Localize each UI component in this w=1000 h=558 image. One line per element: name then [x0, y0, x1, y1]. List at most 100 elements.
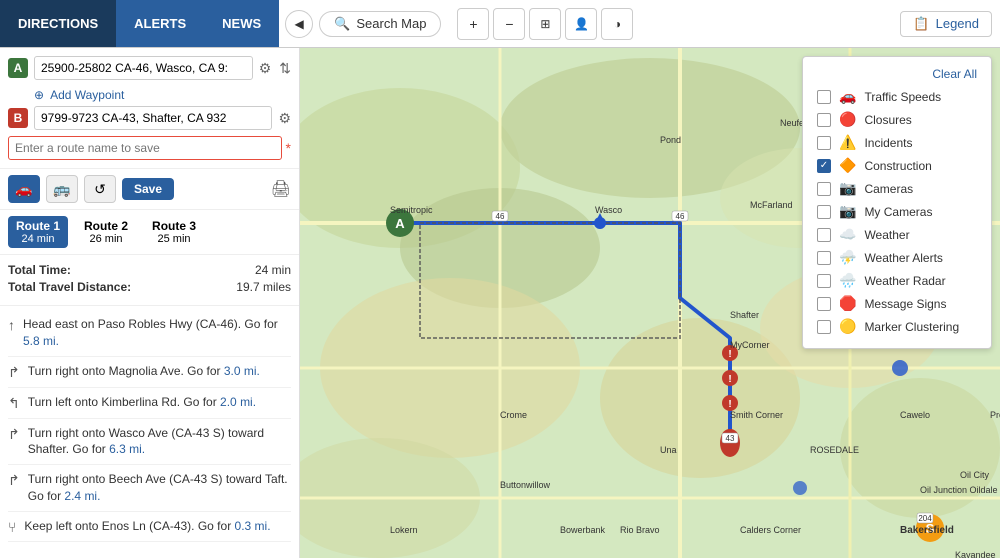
svg-text:Smith Corner: Smith Corner	[730, 410, 783, 420]
legend-checkbox-cameras[interactable]	[817, 182, 831, 196]
svg-text:Prospero: Prospero	[990, 410, 1000, 420]
route-tab-1[interactable]: Route 1 24 min	[8, 216, 68, 248]
destination-row: B ⚙	[8, 106, 291, 130]
bus-icon: 🚌	[53, 181, 70, 198]
legend-item-weather-radar[interactable]: 🌧️Weather Radar	[817, 269, 977, 292]
legend-checkbox-message-signs[interactable]	[817, 297, 831, 311]
legend-checkbox-my-cameras[interactable]	[817, 205, 831, 219]
step-3-link[interactable]: 2.0 mi.	[220, 395, 256, 409]
legend-label-weather-alerts: Weather Alerts	[864, 251, 942, 265]
clear-all-link[interactable]: Clear All	[932, 67, 977, 81]
legend-item-my-cameras[interactable]: 📷My Cameras	[817, 200, 977, 223]
step-5-link[interactable]: 2.4 mi.	[64, 489, 100, 503]
origin-label: A	[8, 58, 28, 78]
legend-checkbox-traffic-speeds[interactable]	[817, 90, 831, 104]
legend-checkbox-weather-radar[interactable]	[817, 274, 831, 288]
svg-text:46: 46	[676, 212, 685, 221]
required-indicator: *	[286, 140, 291, 156]
legend-item-marker-clustering[interactable]: 🟡Marker Clustering	[817, 315, 977, 338]
svg-text:43: 43	[726, 434, 735, 443]
origin-input[interactable]	[34, 56, 253, 80]
svg-text:Una: Una	[660, 445, 677, 455]
route-tab-3[interactable]: Route 3 25 min	[144, 216, 204, 248]
svg-text:Shafter: Shafter	[730, 310, 759, 320]
svg-text:Oil Junction Oildale: Oil Junction Oildale	[920, 485, 998, 495]
legend-button[interactable]: 📋 Legend	[900, 11, 992, 37]
recalculate-button[interactable]: ↺	[84, 175, 116, 203]
search-map-button[interactable]: 🔍 Search Map	[319, 11, 441, 37]
legend-checkbox-closures[interactable]	[817, 113, 831, 127]
legend-item-construction[interactable]: 🔶Construction	[817, 154, 977, 177]
print-button[interactable]: 🖨	[271, 179, 291, 199]
origin-settings-icon[interactable]: ⚙	[259, 60, 272, 77]
legend-label-message-signs: Message Signs	[864, 297, 946, 311]
swap-waypoints-button[interactable]: ⇅	[279, 60, 291, 77]
legend-item-traffic-speeds[interactable]: 🚗Traffic Speeds	[817, 85, 977, 108]
tab-news[interactable]: NEWS	[204, 0, 279, 47]
legend-item-cameras[interactable]: 📷Cameras	[817, 177, 977, 200]
bus-transport-button[interactable]: 🚌	[46, 175, 78, 203]
legend-checkbox-incidents[interactable]	[817, 136, 831, 150]
search-icon: 🔍	[334, 16, 350, 32]
svg-text:Wasco: Wasco	[595, 205, 622, 215]
svg-text:McFarland: McFarland	[750, 200, 793, 210]
zoom-out-button[interactable]: −	[493, 8, 525, 40]
car-transport-button[interactable]: 🚗	[8, 175, 40, 203]
route-inputs: A ⚙ ⇅ ⊕ Add Waypoint B ⚙ *	[0, 48, 299, 169]
layer-toggle-button[interactable]: ⊞	[529, 8, 561, 40]
legend-icon-message-signs: 🛑	[839, 295, 856, 312]
share-button[interactable]: 👤	[565, 8, 597, 40]
svg-text:Semitropic: Semitropic	[390, 205, 433, 215]
legend-item-incidents[interactable]: ⚠️Incidents	[817, 131, 977, 154]
legend-checkbox-weather[interactable]	[817, 228, 831, 242]
legend-item-closures[interactable]: 🔴Closures	[817, 108, 977, 131]
save-route-button[interactable]: Save	[122, 178, 174, 200]
legend-items-container: 🚗Traffic Speeds🔴Closures⚠️Incidents🔶Cons…	[817, 85, 977, 338]
left-panel: A ⚙ ⇅ ⊕ Add Waypoint B ⚙ * 🚗	[0, 48, 300, 558]
legend-checkbox-marker-clustering[interactable]	[817, 320, 831, 334]
svg-text:Bakersfield: Bakersfield	[900, 525, 954, 536]
legend-icon-marker-clustering: 🟡	[839, 318, 856, 335]
legend-item-weather-alerts[interactable]: ⛈️Weather Alerts	[817, 246, 977, 269]
tab-alerts[interactable]: ALERTS	[116, 0, 204, 47]
destination-settings-icon[interactable]: ⚙	[278, 110, 291, 127]
map-area[interactable]: ! ! ! A B S Semitropic Was	[300, 48, 1000, 558]
legend-icon-weather-radar: 🌧️	[839, 272, 856, 289]
svg-text:Oil City: Oil City	[960, 470, 989, 480]
svg-text:Kayandee: Kayandee	[955, 550, 996, 558]
direction-step-6: ⑂ Keep left onto Enos Ln (CA-43). Go for…	[8, 512, 291, 542]
step-4-link[interactable]: 6.3 mi.	[109, 442, 145, 456]
legend-checkbox-weather-alerts[interactable]	[817, 251, 831, 265]
legend-icon-cameras: 📷	[839, 180, 856, 197]
map-tools: + − ⊞ 👤 ◑	[457, 8, 633, 40]
zoom-in-button[interactable]: +	[457, 8, 489, 40]
direction-step-4: ↱ Turn right onto Wasco Ave (CA-43 S) to…	[8, 419, 291, 466]
add-waypoint-icon: ⊕	[34, 88, 44, 102]
origin-row: A ⚙ ⇅	[8, 56, 291, 80]
legend-panel: Clear All 🚗Traffic Speeds🔴Closures⚠️Inci…	[802, 56, 992, 349]
contrast-icon: ◑	[614, 17, 621, 31]
destination-label: B	[8, 108, 28, 128]
legend-checkbox-construction[interactable]	[817, 159, 831, 173]
contrast-button[interactable]: ◑	[601, 8, 633, 40]
legend-item-message-signs[interactable]: 🛑 Message Signs	[817, 292, 977, 315]
legend-icon: 📋	[913, 16, 929, 32]
svg-text:Buttonwillow: Buttonwillow	[500, 480, 551, 490]
step-6-link[interactable]: 0.3 mi.	[235, 519, 271, 533]
legend-icon-closures: 🔴	[839, 111, 856, 128]
route-tab-2[interactable]: Route 2 26 min	[76, 216, 136, 248]
add-waypoint-button[interactable]: ⊕ Add Waypoint	[8, 86, 291, 106]
destination-input[interactable]	[34, 106, 272, 130]
svg-text:Cawelo: Cawelo	[900, 410, 930, 420]
tab-directions[interactable]: DIRECTIONS	[0, 0, 116, 47]
legend-item-weather[interactable]: ☁️Weather	[817, 223, 977, 246]
svg-text:Bowerbank: Bowerbank	[560, 525, 606, 535]
back-button[interactable]: ◀	[285, 10, 313, 38]
direction-step-2: ↱ Turn right onto Magnolia Ave. Go for 3…	[8, 357, 291, 388]
step-2-link[interactable]: 3.0 mi.	[224, 364, 260, 378]
route-name-input[interactable]	[8, 136, 282, 160]
legend-icon-weather: ☁️	[839, 226, 856, 243]
svg-text:!: !	[728, 349, 731, 360]
legend-icon-incidents: ⚠️	[839, 134, 856, 151]
step-1-link[interactable]: 5.8 mi.	[23, 334, 59, 348]
